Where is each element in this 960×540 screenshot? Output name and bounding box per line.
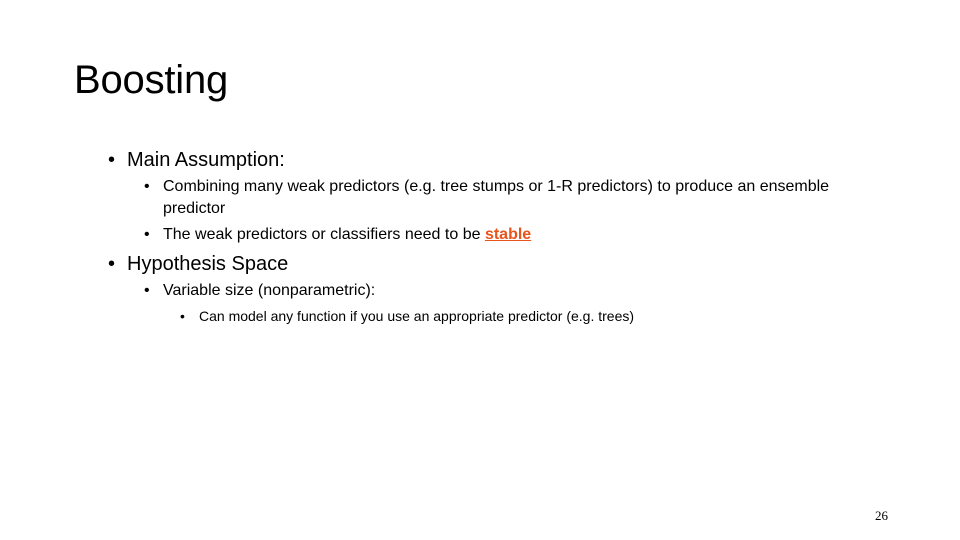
bullet-dot-icon: • <box>144 226 150 243</box>
bullet-text: Variable size (nonparametric): <box>163 282 376 299</box>
stable-emphasis: stable <box>484 226 532 243</box>
slide-content: • Main Assumption: • Combining many weak… <box>108 146 888 330</box>
slide: Boosting • Main Assumption: • Combining … <box>0 0 960 540</box>
page-number: 26 <box>875 508 888 523</box>
bullet-hypothesis-space: • Hypothesis Space <box>108 250 888 278</box>
sub-bullet-weak-predictors: • Combining many weak predictors (e.g. t… <box>144 176 888 220</box>
bullet-dot-icon: • <box>180 308 185 324</box>
slide-title: Boosting <box>74 58 229 102</box>
bullet-dot-icon: • <box>108 149 116 171</box>
bullet-text: Hypothesis Space <box>127 253 289 275</box>
sub-sub-bullet-model-any-function: • Can model any function if you use an a… <box>180 306 888 326</box>
bullet-main-assumption: • Main Assumption: <box>108 146 888 174</box>
bullet-dot-icon: • <box>144 282 150 299</box>
bullet-text: The weak predictors or classifiers need … <box>163 226 485 243</box>
bullet-dot-icon: • <box>108 253 116 275</box>
sub-bullet-stable: • The weak predictors or classifiers nee… <box>144 224 888 246</box>
bullet-text: Main Assumption: <box>127 149 285 171</box>
bullet-text: Can model any function if you use an app… <box>199 308 635 324</box>
bullet-dot-icon: • <box>144 178 150 195</box>
sub-bullet-variable-size: • Variable size (nonparametric): <box>144 280 888 302</box>
bullet-text: Combining many weak predictors (e.g. tre… <box>163 178 830 217</box>
